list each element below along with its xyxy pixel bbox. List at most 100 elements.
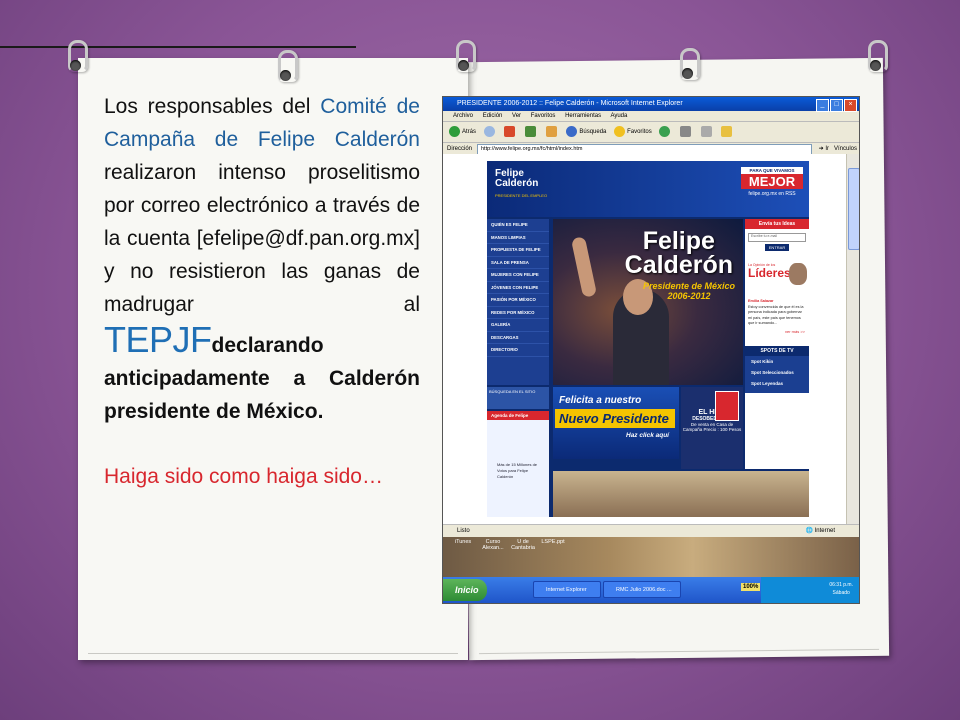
maximize-icon[interactable]: □ — [830, 99, 843, 112]
favorites-button[interactable]: Favoritos — [614, 122, 652, 142]
nav-item[interactable]: DESCARGAS — [487, 332, 549, 344]
system-tray: 100% 06:31 p.m. Sábado — [741, 577, 859, 603]
go-label: Ir — [825, 146, 829, 152]
nav-item[interactable]: PROPUESTA DE FELIPE — [487, 244, 549, 257]
binder-ring-icon — [678, 48, 700, 80]
history-icon — [659, 125, 671, 137]
close-icon[interactable]: × — [844, 99, 857, 112]
banner-cta[interactable]: Haz click aquí — [553, 428, 679, 439]
desktop-icon[interactable]: LSPE.ppt — [539, 539, 567, 545]
nav-item[interactable]: DIRECTORIO — [487, 344, 549, 357]
forward-button[interactable] — [483, 122, 497, 142]
raised-arm — [570, 236, 598, 298]
desktop-icon[interactable]: Curso Alexan... — [479, 539, 507, 551]
back-button[interactable]: Atrás — [449, 122, 476, 142]
print-button[interactable] — [700, 122, 714, 142]
closing-line: Haiga sido como haiga sido… — [104, 465, 383, 488]
nav-item[interactable]: MANOS LIMPIAS — [487, 232, 549, 244]
status-right: Internet — [814, 528, 835, 534]
spot-item[interactable]: Spot Kikin — [745, 356, 809, 367]
taskbar: Inicio Internet Explorer RMC Julio 2006.… — [443, 577, 859, 603]
mail-button[interactable] — [680, 122, 693, 142]
envia-header: Envía tus Ideas — [745, 219, 809, 229]
logo-tagline: PRESIDENTE DEL EMPLEO — [495, 193, 548, 198]
print-icon — [700, 125, 712, 137]
site-logo[interactable]: Felipe Calderón PRESIDENTE DEL EMPLEO — [495, 169, 547, 201]
nav-item[interactable]: JÓVENES CON FELIPE — [487, 282, 549, 294]
promo-top: PARA QUE VIVAMOS — [741, 167, 803, 174]
quote-text: Estoy convencida de que él es la persona… — [748, 304, 804, 326]
status-left: Listo — [457, 528, 470, 534]
start-button[interactable]: Inicio — [443, 579, 487, 601]
binder-ring-icon — [454, 40, 476, 72]
ver-mas-link[interactable]: ver más >> — [745, 327, 809, 336]
spot-item[interactable]: Spot Leyendas — [745, 378, 809, 389]
back-arrow-icon — [449, 125, 460, 137]
right-column: Envía tus Ideas Escribe tu e-mail ENTRAR… — [745, 219, 809, 469]
folder-button[interactable] — [721, 122, 734, 142]
nav-item[interactable]: GALERÍA — [487, 319, 549, 332]
promo-mejor[interactable]: PARA QUE VIVAMOS MEJOR felipe.org.mx en … — [741, 167, 803, 197]
nav-item[interactable]: MUJERES CON FELIPE — [487, 269, 549, 282]
book-promo[interactable]: EL HIJO DESOBEDIENTE De venta en Casa de… — [681, 387, 743, 469]
stop-button[interactable] — [504, 122, 517, 142]
slide-body-text: Los responsables del Comité de Campaña d… — [104, 90, 420, 493]
quote-name: Emilia Salazar — [748, 299, 774, 303]
battery-indicator: 100% — [741, 583, 761, 591]
desktop-area: iTunes Curso Alexan... U de Cantabria LS… — [443, 537, 859, 577]
entrar-button[interactable]: ENTRAR — [765, 244, 789, 251]
menu-edicion[interactable]: Edición — [483, 113, 503, 119]
clock-time: 06:31 p.m. — [829, 582, 853, 588]
window-title: PRESIDENTE 2006-2012 :: Felipe Calderón … — [457, 100, 683, 107]
folder-icon — [721, 125, 733, 137]
promo-main: MEJOR — [741, 174, 803, 189]
felicita-banner[interactable]: Felicita a nuestro Nuevo Presidente Haz … — [553, 387, 679, 459]
star-icon — [614, 125, 626, 137]
menu-archivo[interactable]: Archivo — [453, 113, 473, 119]
site-nav: QUIÉN ES FELIPE MANOS LIMPIAS PROPUESTA … — [487, 219, 549, 385]
menu-herramientas[interactable]: Herramientas — [565, 113, 601, 119]
site-search-label: BÚSQUEDA EN EL SITIO — [489, 389, 536, 394]
promo-url: felipe.org.mx en RSS — [748, 191, 796, 197]
menu-ver[interactable]: Ver — [512, 113, 521, 119]
binder-ring-icon — [866, 40, 888, 72]
home-icon — [545, 125, 557, 137]
hero-name-2: Calderón — [624, 251, 733, 279]
taskbar-item[interactable]: RMC Julio 2006.doc ... — [603, 581, 681, 598]
stop-icon — [504, 125, 516, 137]
hero-subtitle: Presidente de México 2006-2012 — [643, 281, 735, 301]
scroll-thumb[interactable] — [848, 168, 859, 250]
book-text: De venta en Casa de Campaña Precio : 100… — [682, 422, 742, 432]
clock: 06:31 p.m. Sábado — [829, 581, 853, 597]
menu-ayuda[interactable]: Ayuda — [610, 113, 627, 119]
agenda-header[interactable]: Agenda de Felipe — [487, 411, 549, 420]
home-button[interactable] — [545, 122, 559, 142]
spots-header: SPOTS DE TV — [745, 345, 809, 356]
nav-item[interactable]: QUIÉN ES FELIPE — [487, 219, 549, 232]
refresh-button[interactable] — [525, 122, 538, 142]
taskbar-item[interactable]: Internet Explorer — [533, 581, 601, 598]
browser-toolbar: Atrás Búsqueda Favoritos — [443, 122, 859, 143]
nav-item[interactable]: SALA DE PRENSA — [487, 257, 549, 269]
search-button[interactable]: Búsqueda — [566, 122, 606, 142]
desktop-icon[interactable]: iTunes — [449, 539, 477, 545]
spot-item[interactable]: Spot Seleccionados — [745, 367, 809, 378]
title-underline — [0, 46, 356, 48]
book-cover-icon — [715, 391, 739, 421]
hero-banner[interactable]: Felipe Calderón Presidente de México 200… — [553, 219, 743, 385]
text-intro: Los responsables del — [104, 95, 321, 118]
browser-screenshot: PRESIDENTE 2006-2012 :: Felipe Calderón … — [442, 96, 860, 604]
email-field[interactable]: Escribe tu e-mail — [748, 233, 806, 242]
nav-item[interactable]: PASIÓN POR MÉXICO — [487, 294, 549, 307]
nav-item[interactable]: REDES POR MÉXICO — [487, 307, 549, 319]
leader-photo — [789, 263, 807, 285]
menu-favoritos[interactable]: Favoritos — [531, 113, 556, 119]
vertical-scrollbar[interactable] — [846, 154, 859, 524]
desktop-icon[interactable]: U de Cantabria — [509, 539, 537, 551]
browser-menubar: Archivo Edición Ver Favoritos Herramient… — [443, 111, 859, 122]
site-search[interactable]: BÚSQUEDA EN EL SITIO — [487, 387, 549, 409]
page-viewport: Felipe Calderón PRESIDENTE DEL EMPLEO PA… — [443, 154, 847, 524]
site-header: Felipe Calderón PRESIDENTE DEL EMPLEO PA… — [487, 161, 809, 217]
minimize-icon[interactable]: _ — [816, 99, 829, 112]
history-button[interactable] — [659, 122, 672, 142]
